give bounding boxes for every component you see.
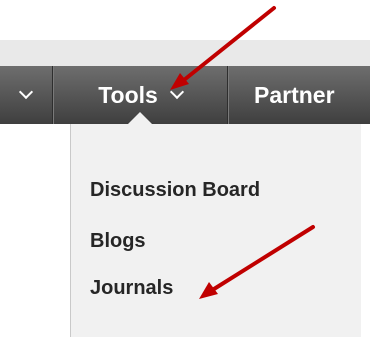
nav-item-tools-label: Tools [98, 81, 158, 108]
menu-item-discussion-board[interactable]: Discussion Board [90, 179, 260, 202]
dropdown-pointer [128, 112, 152, 124]
nav-item-previous[interactable] [0, 66, 52, 124]
tools-dropdown-menu: Discussion Board Blogs Journals [70, 124, 361, 337]
nav-item-partner[interactable]: Partner [228, 66, 370, 124]
nav-item-partner-label: Partner [254, 81, 335, 108]
chevron-down-icon [18, 84, 34, 100]
menu-item-blogs[interactable]: Blogs [90, 230, 146, 253]
course-navbar: Tools Partner [0, 66, 370, 124]
menu-item-journals[interactable]: Journals [90, 277, 173, 300]
chevron-down-icon [169, 84, 184, 100]
top-bar-strip [0, 40, 370, 66]
